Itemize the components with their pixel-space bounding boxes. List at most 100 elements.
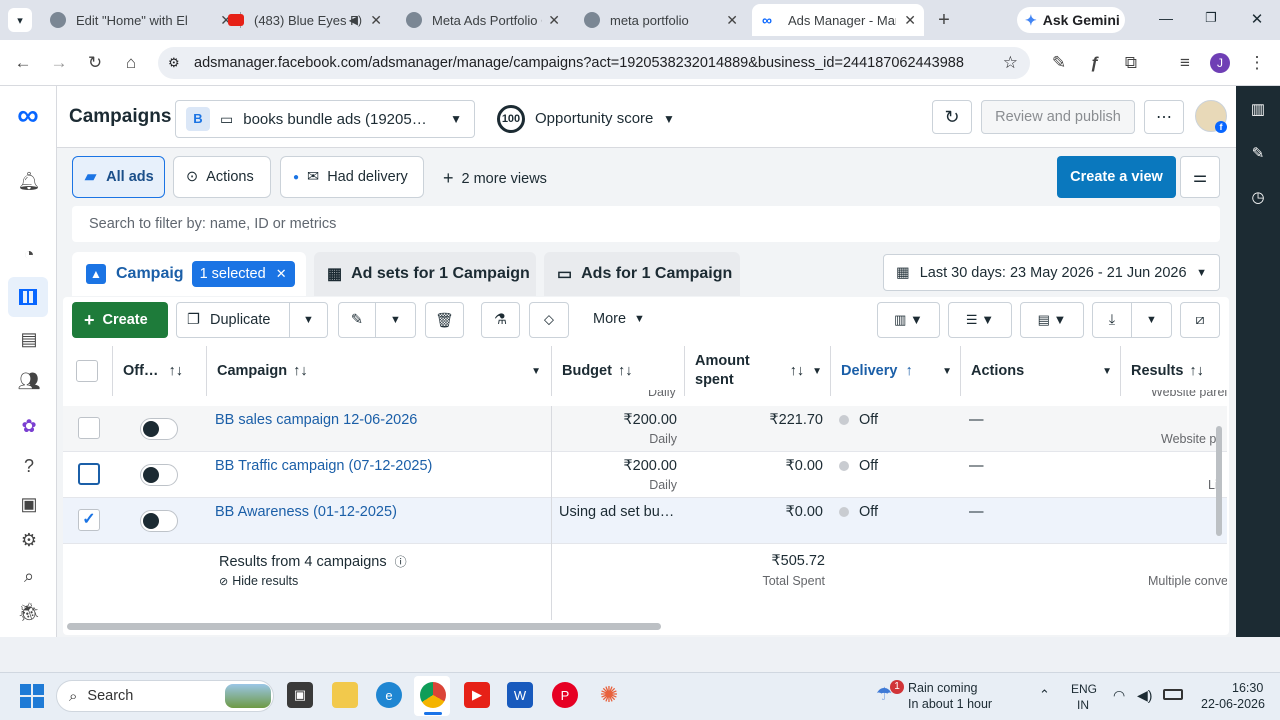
browser-tab-youtube[interactable]: (483) Blue Eyes F ◀) ✕ bbox=[218, 4, 390, 36]
export-button[interactable]: ⤓ bbox=[1092, 302, 1132, 338]
account-selector[interactable]: B ▭ books bundle ads (19205… ▼ bbox=[175, 100, 475, 138]
back-icon[interactable]: ← bbox=[10, 50, 36, 76]
formula-extension-icon[interactable]: ƒ bbox=[1082, 50, 1108, 76]
browser-tab-ads-manager[interactable]: ∞ Ads Manager - Man ✕ bbox=[752, 4, 924, 36]
create-view-button[interactable]: Create a view bbox=[1057, 156, 1176, 198]
horizontal-scrollbar[interactable] bbox=[67, 623, 661, 630]
windows-start-icon[interactable] bbox=[20, 684, 44, 708]
bookmark-star-icon[interactable]: ☆ bbox=[1003, 53, 1018, 73]
speaker-icon[interactable]: ◀) bbox=[349, 13, 362, 27]
had-delivery-view[interactable]: ● ✉ Had delivery bbox=[280, 156, 424, 198]
refresh-button[interactable]: ↻ bbox=[932, 100, 972, 134]
duplicate-dropdown[interactable]: ▼ bbox=[289, 302, 328, 338]
taskbar-search-box[interactable]: ⌕ Search bbox=[56, 680, 274, 712]
profile-avatar[interactable]: J bbox=[1210, 53, 1230, 73]
campaign-toggle[interactable] bbox=[140, 464, 178, 486]
row-checkbox-checked[interactable]: ✓ bbox=[78, 509, 100, 531]
edge-icon[interactable]: e bbox=[376, 682, 402, 708]
reload-icon[interactable]: ↻ bbox=[82, 50, 108, 76]
clock-time[interactable]: 16:30 bbox=[1232, 681, 1263, 695]
language-code[interactable]: ENG bbox=[1071, 682, 1097, 696]
edit-pencil-icon[interactable]: ✎ bbox=[1248, 143, 1268, 163]
edit-dropdown[interactable]: ▼ bbox=[375, 302, 416, 338]
hide-results-link[interactable]: ⊘ Hide results bbox=[219, 574, 298, 588]
edit-button[interactable]: ✎ bbox=[338, 302, 376, 338]
browser-tab-meta-portfolio[interactable]: meta portfolio ✕ bbox=[574, 4, 746, 36]
tab-close-icon[interactable]: ✕ bbox=[904, 12, 916, 29]
reports-button[interactable]: ▤ ▼ bbox=[1020, 302, 1084, 338]
address-bar[interactable]: ⚙ adsmanager.facebook.com/adsmanager/man… bbox=[158, 47, 1030, 79]
task-view-icon[interactable]: ▣ bbox=[287, 682, 313, 708]
chevron-down-icon[interactable]: ▼ bbox=[663, 112, 675, 126]
meta-logo-icon[interactable]: ∞ bbox=[12, 101, 44, 131]
tab-close-icon[interactable]: ✕ bbox=[548, 12, 560, 29]
opportunity-score-label[interactable]: Opportunity score bbox=[535, 110, 653, 127]
create-button[interactable]: + Create bbox=[72, 302, 168, 338]
more-actions-button[interactable]: More ▼ bbox=[593, 311, 645, 327]
view-settings-button[interactable]: ⚌ bbox=[1180, 156, 1220, 198]
tag-icon[interactable]: ⬦ bbox=[529, 302, 569, 338]
audiences-icon[interactable]: 👥︎ bbox=[16, 368, 42, 394]
browser-tab-elementor[interactable]: Edit "Home" with El ✕ bbox=[40, 4, 240, 36]
search-filter-input[interactable]: Search to filter by: name, ID or metrics bbox=[72, 206, 1220, 242]
breakdown-button[interactable]: ☰ ▼ bbox=[948, 302, 1012, 338]
charts-icon[interactable]: ▥ bbox=[1248, 99, 1268, 119]
apps-flower-icon[interactable]: ✿ bbox=[16, 413, 42, 439]
billing-icon[interactable]: ▣ bbox=[16, 491, 42, 517]
youtube-app-icon[interactable]: ▶ bbox=[464, 682, 490, 708]
tab-campaigns[interactable]: ▲ Campaig 1 selected ✕ bbox=[72, 252, 306, 296]
minimize-button[interactable]: — bbox=[1156, 10, 1176, 30]
browser-menu-icon[interactable]: ⋮ bbox=[1244, 50, 1270, 76]
all-ads-view[interactable]: ▰ All ads bbox=[72, 156, 165, 198]
select-all-checkbox[interactable] bbox=[76, 360, 98, 382]
pages-icon[interactable]: ▤ bbox=[16, 326, 42, 352]
opportunity-score-badge[interactable]: 100 bbox=[497, 105, 525, 133]
ab-test-flask-icon[interactable]: ⚗ bbox=[481, 302, 520, 338]
campaign-name-link[interactable]: BB sales campaign 12-06-2026 bbox=[215, 412, 417, 428]
pen-extension-icon[interactable]: ✎ bbox=[1046, 50, 1072, 76]
campaign-toggle[interactable] bbox=[140, 418, 178, 440]
dashboard-gauge-icon[interactable]: ◔ bbox=[16, 241, 42, 267]
campaigns-nav-active[interactable] bbox=[8, 277, 48, 317]
home-icon[interactable]: ⌂ bbox=[118, 50, 144, 76]
header-actions[interactable]: Actions ▼ bbox=[961, 346, 1121, 396]
header-campaign[interactable]: Campaign ↑↓ ▼ bbox=[207, 346, 552, 396]
pinterest-icon[interactable]: P bbox=[552, 682, 578, 708]
tab-search-button[interactable]: ▾ bbox=[8, 8, 32, 32]
campaign-name-link[interactable]: BB Awareness (01-12-2025) bbox=[215, 504, 397, 520]
tab-close-icon[interactable]: ✕ bbox=[726, 12, 738, 29]
weather-title[interactable]: Rain coming bbox=[908, 681, 977, 695]
chrome-icon[interactable] bbox=[420, 682, 446, 708]
new-tab-button[interactable]: + bbox=[932, 8, 956, 32]
search-icon[interactable]: ⌕ bbox=[16, 563, 42, 589]
word-icon[interactable]: W bbox=[507, 682, 533, 708]
close-window-button[interactable]: ✕ bbox=[1248, 10, 1266, 28]
header-budget[interactable]: Budget ↑↓ bbox=[552, 346, 685, 396]
bug-report-icon[interactable]: 🐞︎ bbox=[16, 599, 42, 625]
tab-close-icon[interactable]: ✕ bbox=[370, 12, 382, 29]
duplicate-button[interactable]: ❐ Duplicate bbox=[176, 302, 290, 338]
extensions-icon[interactable]: ⧉ bbox=[1118, 50, 1144, 76]
notifications-icon[interactable]: 🔔︎ bbox=[16, 168, 42, 194]
file-explorer-icon[interactable] bbox=[332, 682, 358, 708]
vertical-scrollbar[interactable] bbox=[1216, 426, 1222, 536]
campaign-name-link[interactable]: BB Traffic campaign (07-12-2025) bbox=[215, 458, 432, 474]
header-results[interactable]: Results ↑↓ bbox=[1121, 346, 1227, 396]
row-checkbox[interactable] bbox=[78, 463, 100, 485]
forward-icon[interactable]: → bbox=[46, 50, 72, 76]
row-checkbox[interactable] bbox=[78, 417, 100, 439]
media-control-icon[interactable]: ≡ bbox=[1172, 50, 1198, 76]
claude-icon[interactable]: ✺ bbox=[596, 682, 622, 708]
header-offon[interactable]: Off… ↑↓ bbox=[113, 346, 207, 396]
review-publish-button[interactable]: Review and publish bbox=[981, 100, 1135, 134]
columns-button[interactable]: ▥ ▼ bbox=[877, 302, 940, 338]
battery-icon[interactable] bbox=[1163, 689, 1183, 700]
date-range-picker[interactable]: ▦ Last 30 days: 23 May 2026 - 21 Jun 202… bbox=[883, 254, 1220, 291]
info-icon[interactable]: ⓘ bbox=[395, 555, 407, 569]
selected-chip[interactable]: 1 selected ✕ bbox=[191, 261, 295, 287]
header-select-all[interactable] bbox=[63, 346, 113, 396]
chevron-up-icon[interactable]: ⌃ bbox=[1039, 687, 1050, 703]
clear-selection-icon[interactable]: ✕ bbox=[276, 266, 287, 282]
ask-gemini-button[interactable]: ✦ Ask Gemini bbox=[1017, 7, 1125, 33]
volume-icon[interactable]: ◀) bbox=[1137, 687, 1152, 704]
